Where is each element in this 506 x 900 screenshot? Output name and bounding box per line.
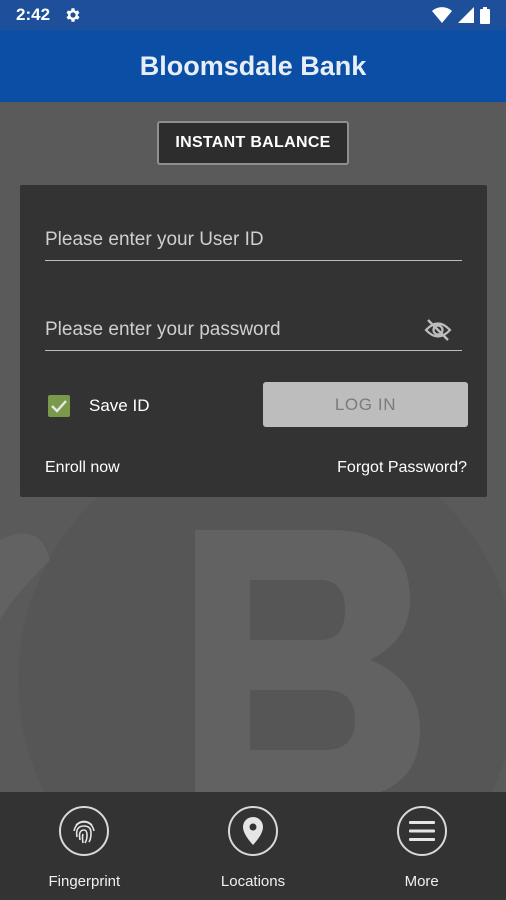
- more-button[interactable]: [396, 806, 447, 856]
- battery-icon: [480, 6, 490, 24]
- user-id-field: [45, 221, 462, 261]
- save-id-label: Save ID: [89, 396, 150, 415]
- status-bar: 2:42: [0, 0, 506, 30]
- app-title: Bloomsdale Bank: [139, 50, 367, 81]
- nav-label-locations: Locations: [220, 873, 286, 890]
- nav-item-locations[interactable]: Locations: [169, 792, 338, 900]
- status-time: 2:42: [16, 5, 51, 24]
- save-id-row[interactable]: Save ID: [48, 395, 149, 417]
- location-pin-icon: [243, 817, 263, 845]
- nav-label-fingerprint: Fingerprint: [48, 873, 121, 890]
- locations-button[interactable]: [228, 806, 278, 856]
- instant-balance-button[interactable]: INSTANT BALANCE: [157, 121, 349, 165]
- app-bar: Bloomsdale Bank: [0, 30, 506, 102]
- wifi-icon: [432, 7, 452, 23]
- user-id-input[interactable]: [45, 221, 462, 259]
- fingerprint-button[interactable]: [59, 806, 110, 856]
- save-id-checkbox[interactable]: [48, 395, 70, 417]
- fingerprint-icon: [73, 820, 96, 844]
- nav-item-more[interactable]: More: [337, 792, 506, 900]
- nav-label-more: More: [404, 873, 439, 890]
- menu-icon: [408, 821, 435, 841]
- forgot-password-link[interactable]: Forgot Password?: [337, 459, 467, 477]
- password-input[interactable]: [45, 311, 462, 349]
- visibility-off-icon[interactable]: [424, 319, 452, 341]
- logo-watermark: [0, 460, 506, 800]
- enroll-now-link[interactable]: Enroll now: [45, 459, 120, 477]
- password-field: [45, 311, 462, 351]
- settings-gear-icon: [66, 8, 80, 22]
- checkmark-icon: [51, 400, 67, 413]
- nav-item-fingerprint[interactable]: Fingerprint: [0, 792, 169, 900]
- bottom-nav: Fingerprint Locations More: [0, 792, 506, 900]
- login-card: Save ID LOG IN Enroll now Forgot Passwor…: [20, 185, 487, 497]
- cell-signal-icon: [458, 7, 474, 23]
- log-in-button[interactable]: LOG IN: [263, 382, 468, 427]
